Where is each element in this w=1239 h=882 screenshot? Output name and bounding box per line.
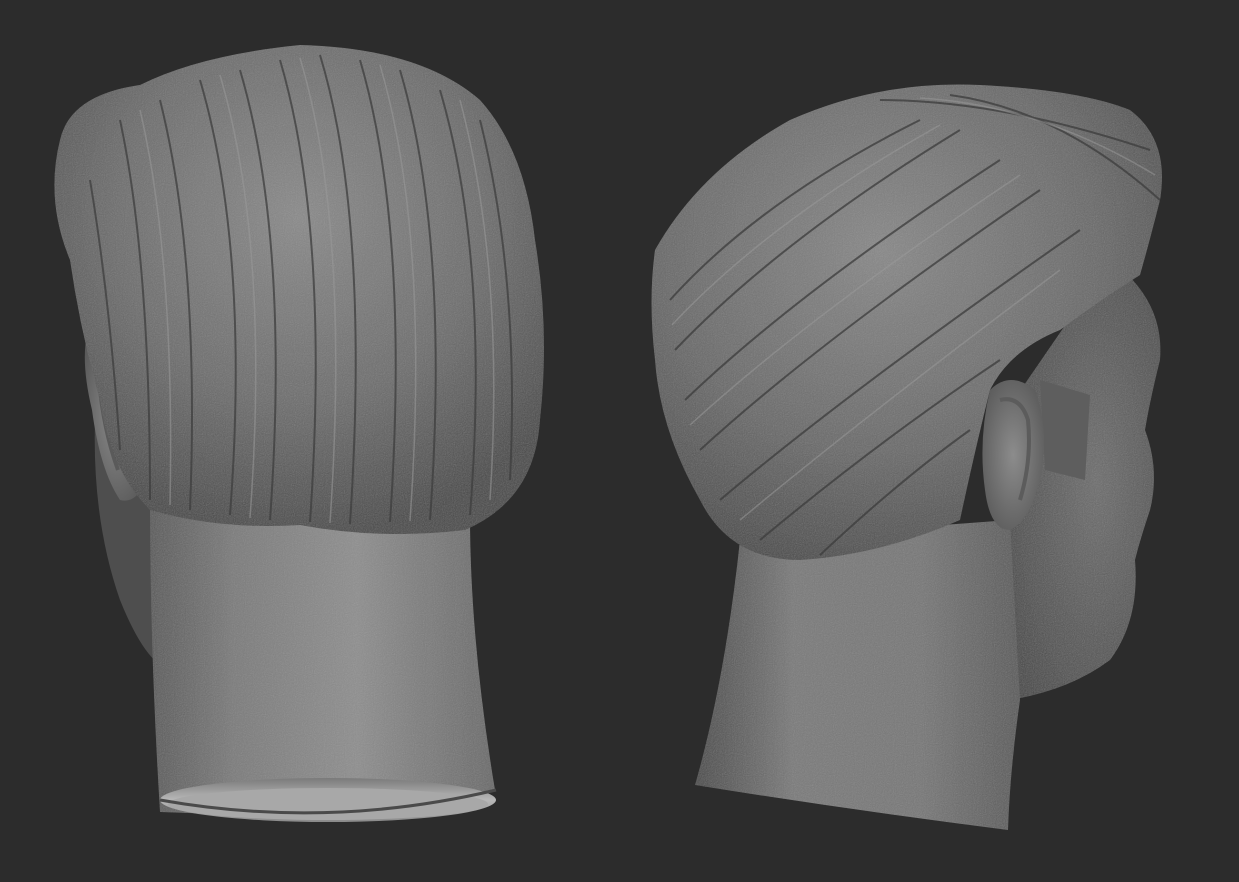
hair-back [54, 45, 544, 534]
neck [150, 500, 495, 814]
head-side-view [651, 84, 1162, 830]
sculpt-render [54, 45, 1162, 830]
side-neck [695, 520, 1020, 830]
sculpt-viewport[interactable] [0, 0, 1239, 882]
head-back-view [54, 45, 544, 822]
